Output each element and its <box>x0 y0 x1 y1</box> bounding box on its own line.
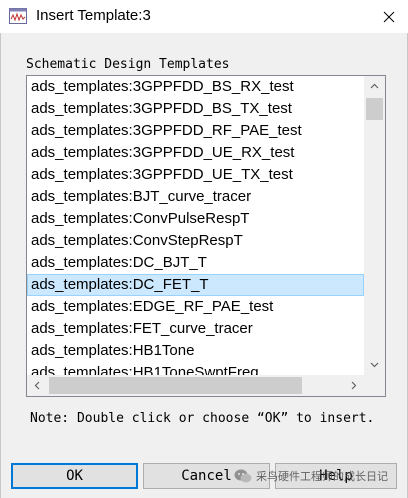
template-list: ads_templates:3GPPFDD_BS_RX_test ads_tem… <box>27 76 364 375</box>
scroll-down-button[interactable] <box>364 355 385 375</box>
instruction-note: Note: Double click or choose “OK” to ins… <box>30 411 375 426</box>
title-bar: Insert Template:3 <box>0 0 408 33</box>
scrollbar-corner <box>364 375 385 396</box>
list-item[interactable]: ads_templates:3GPPFDD_UE_TX_test <box>27 164 364 186</box>
list-item[interactable]: ads_templates:FET_curve_tracer <box>27 318 364 340</box>
group-label: Schematic Design Templates <box>26 57 230 72</box>
list-item[interactable]: ads_templates:3GPPFDD_UE_RX_test <box>27 142 364 164</box>
vertical-scrollbar[interactable] <box>364 76 385 375</box>
chevron-right-icon <box>351 381 357 390</box>
list-item-selected[interactable]: ads_templates:DC_FET_T <box>27 274 364 296</box>
chevron-down-icon <box>370 362 379 368</box>
window-title: Insert Template:3 <box>36 7 151 24</box>
list-item[interactable]: ads_templates:3GPPFDD_BS_RX_test <box>27 76 364 98</box>
ok-button[interactable]: OK <box>11 463 138 489</box>
list-item[interactable]: ads_templates:HB1Tone <box>27 340 364 362</box>
chevron-up-icon <box>370 83 379 89</box>
list-item[interactable]: ads_templates:ConvPulseRespT <box>27 208 364 230</box>
watermark: 采鸟硬件工程师的成长日记 <box>234 468 388 484</box>
list-item[interactable]: ads_templates:EDGE_RF_PAE_test <box>27 296 364 318</box>
list-item[interactable]: ads_templates:ConvStepRespT <box>27 230 364 252</box>
list-item[interactable]: ads_templates:3GPPFDD_RF_PAE_test <box>27 120 364 142</box>
watermark-text: 采鸟硬件工程师的成长日记 <box>256 471 388 483</box>
list-item[interactable]: ads_templates:HB1ToneSwptFreq <box>27 362 364 375</box>
vertical-scroll-thumb[interactable] <box>366 98 383 120</box>
scroll-up-button[interactable] <box>364 76 385 96</box>
chevron-left-icon <box>34 381 40 390</box>
template-listbox[interactable]: ads_templates:3GPPFDD_BS_RX_test ads_tem… <box>26 75 386 397</box>
scroll-right-button[interactable] <box>344 375 364 396</box>
list-item[interactable]: ads_templates:BJT_curve_tracer <box>27 186 364 208</box>
wechat-logo-icon <box>234 469 252 483</box>
list-item[interactable]: ads_templates:3GPPFDD_BS_TX_test <box>27 98 364 120</box>
close-button[interactable] <box>370 0 408 33</box>
horizontal-scrollbar[interactable] <box>27 375 364 396</box>
scroll-left-button[interactable] <box>27 375 47 396</box>
horizontal-scroll-thumb[interactable] <box>49 377 302 394</box>
template-app-icon <box>9 8 27 24</box>
close-icon <box>383 11 395 22</box>
list-item[interactable]: ads_templates:DC_BJT_T <box>27 252 364 274</box>
